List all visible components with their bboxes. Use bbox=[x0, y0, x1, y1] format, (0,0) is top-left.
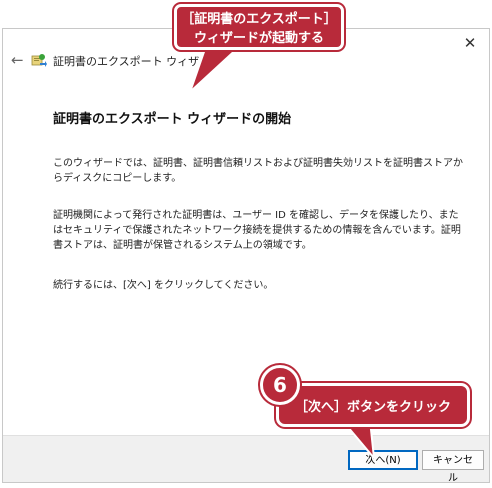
continue-instruction: 続行するには、[次へ] をクリックしてください。 bbox=[53, 280, 274, 291]
close-icon[interactable]: ✕ bbox=[459, 33, 481, 53]
click-next-callout: ［次へ］ボタンをクリック bbox=[276, 383, 470, 427]
certificate-info-paragraph: 証明機関によって発行された証明書は、ユーザー ID を確認し、データを保護したり… bbox=[53, 210, 461, 251]
cancel-button[interactable]: キャンセル bbox=[422, 450, 484, 484]
step-number-badge: 6 bbox=[260, 365, 300, 405]
intro-paragraph: このウィザードでは、証明書、証明書信頼リストおよび証明書失効リストを証明書ストア… bbox=[53, 158, 463, 184]
page-heading: 証明書のエクスポート ウィザードの開始 bbox=[53, 112, 292, 127]
wizard-footer: 次へ(N) キャンセル bbox=[3, 435, 489, 484]
wizard-launch-callout: ［証明書のエクスポート］ ウィザードが起動する bbox=[174, 4, 344, 50]
wizard-title: 証明書のエクスポート ウィザード bbox=[53, 55, 222, 68]
next-button[interactable]: 次へ(N) bbox=[348, 450, 418, 470]
back-arrow-icon[interactable]: ← bbox=[11, 51, 24, 69]
callout-line-1: ［証明書のエクスポート］ bbox=[181, 12, 337, 27]
certificate-wizard-icon bbox=[31, 54, 47, 67]
callout-line-2: ウィザードが起動する bbox=[193, 31, 324, 46]
